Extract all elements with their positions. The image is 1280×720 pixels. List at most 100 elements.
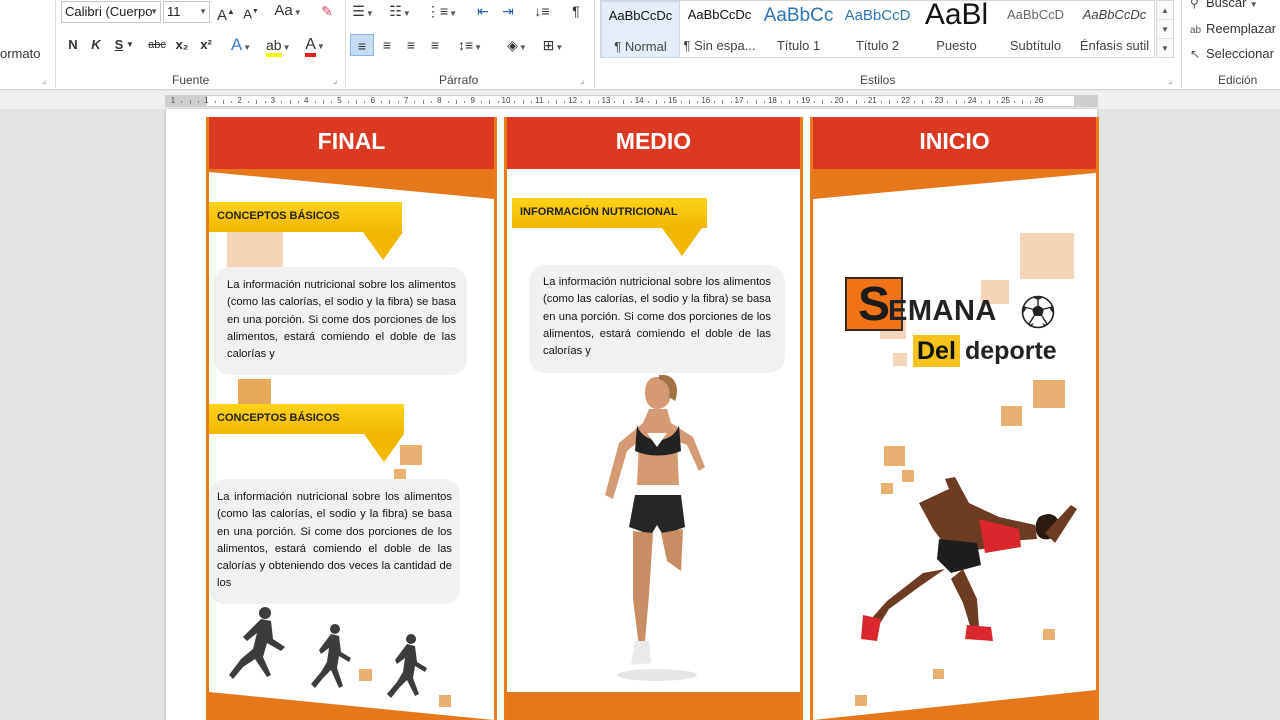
- ruler-tick: [880, 101, 882, 103]
- style-name: Subtítulo: [1009, 38, 1062, 53]
- styles-scroll[interactable]: ▲ ▼ ▼: [1156, 0, 1174, 58]
- ruler-tick: [456, 100, 458, 104]
- font-color-icon[interactable]: A▼: [304, 34, 326, 57]
- highlight-color-icon[interactable]: ab▼: [266, 34, 291, 57]
- numbering-icon[interactable]: ☷▼: [389, 0, 411, 22]
- divider: [1181, 0, 1182, 88]
- align-center-icon[interactable]: ≡: [376, 34, 398, 56]
- ruler-number: 3: [270, 96, 276, 105]
- line-spacing-icon[interactable]: ↕≡▼: [458, 34, 482, 56]
- find-label: Buscar: [1206, 0, 1247, 10]
- ruler-tick: [664, 101, 666, 103]
- runner-woman-image: [605, 375, 705, 681]
- ruler-tick: [855, 100, 857, 104]
- style-title[interactable]: AaBl Puesto: [917, 0, 996, 58]
- ruler-tick: [314, 101, 316, 103]
- ruler-tick: [589, 100, 591, 104]
- font-size-combo[interactable]: 11 ▼: [163, 1, 210, 23]
- style-subtle-emphasis[interactable]: AaBbCcDc Énfasis sutil: [1075, 1, 1154, 58]
- decrease-indent-icon[interactable]: ⇤: [472, 0, 494, 22]
- ruler-number: 11: [535, 96, 544, 105]
- ruler-number: 24: [967, 96, 977, 105]
- info-bubble: La información nutricional sobre los ali…: [209, 479, 460, 604]
- ruler-right-margin: [1074, 96, 1098, 106]
- decorative-square: [855, 695, 867, 706]
- font-group-label: Fuente: [172, 73, 210, 87]
- borders-icon[interactable]: ⊞▼: [542, 34, 564, 56]
- style-normal[interactable]: AaBbCcDc ¶ Normal: [601, 1, 680, 58]
- paragraph-group-label: Párrafo: [439, 73, 479, 87]
- style-subtitle[interactable]: AaBbCcD Subtítulo: [996, 1, 1075, 58]
- shading-icon[interactable]: ◈▼: [506, 34, 528, 56]
- style-name: Título 1: [776, 38, 821, 53]
- ruler-tick: [714, 101, 716, 103]
- bullets-icon[interactable]: ☰▼: [352, 0, 374, 22]
- text-effects-icon[interactable]: A▼: [230, 34, 252, 56]
- bold-button[interactable]: N: [62, 34, 84, 56]
- style-sample: AaBbCcDc: [1082, 7, 1147, 22]
- ruler-number: 17: [734, 96, 744, 105]
- runner-silhouette-image: [229, 607, 285, 679]
- shrink-font-icon[interactable]: A▼: [240, 1, 262, 23]
- select-label: Seleccionar: [1206, 46, 1274, 61]
- subscript-button[interactable]: x₂: [171, 34, 193, 56]
- style-heading-2[interactable]: AaBbCcD Título 2: [838, 1, 917, 58]
- show-marks-icon[interactable]: ¶: [565, 0, 587, 22]
- panel-title: FINAL: [209, 117, 494, 169]
- superscript-button[interactable]: x²: [195, 34, 217, 56]
- ruler-tick: [814, 101, 816, 103]
- style-name: Énfasis sutil: [1079, 38, 1150, 53]
- ruler-tick: [597, 101, 599, 103]
- chevron-up-icon[interactable]: ▲: [1157, 1, 1173, 20]
- align-right-icon[interactable]: ≡: [400, 34, 422, 56]
- ribbon: ormato ⌟ Calibri (Cuerpo ▼ 11 ▼ A▲ A▼ Aa…: [0, 0, 1280, 90]
- change-case-button[interactable]: Aa▼: [271, 0, 305, 22]
- ruler-tick: [464, 101, 466, 103]
- style-sample: AaBbCcDc: [608, 8, 673, 23]
- increase-indent-icon[interactable]: ⇥: [497, 0, 519, 22]
- ruler-tick: [980, 101, 982, 103]
- section-tag-label: CONCEPTOS BÁSICOS: [217, 210, 340, 222]
- ruler-tick: [755, 100, 757, 104]
- paragraph-launcher-icon[interactable]: ⌟: [580, 76, 588, 85]
- ruler-tick: [797, 101, 799, 103]
- font-launcher-icon[interactable]: ⌟: [333, 76, 341, 85]
- strikethrough-button[interactable]: abc: [146, 34, 168, 56]
- decorative-square: [227, 232, 283, 269]
- align-left-icon[interactable]: ≡: [350, 34, 374, 56]
- format-painter-button[interactable]: ormato: [0, 46, 40, 61]
- multilevel-list-icon[interactable]: ⋮≡▼: [426, 0, 457, 22]
- clear-format-icon[interactable]: ✎: [316, 0, 338, 22]
- change-case-label: Aa: [274, 2, 293, 19]
- select-button[interactable]: ↖ Seleccionar: [1190, 46, 1274, 61]
- font-name-combo[interactable]: Calibri (Cuerpo ▼: [61, 1, 161, 23]
- panel-title: MEDIO: [507, 117, 800, 169]
- style-heading-1[interactable]: AaBbCc Título 1: [759, 1, 838, 58]
- style-no-spacing[interactable]: AaBbCcDc ¶ Sin espa...: [680, 1, 759, 58]
- justify-icon[interactable]: ≡: [424, 34, 446, 56]
- find-button[interactable]: ⚲ Buscar ▼: [1190, 0, 1258, 10]
- grow-font-icon[interactable]: A▲: [215, 1, 237, 24]
- more-styles-icon[interactable]: ▼: [1157, 39, 1173, 58]
- italic-button[interactable]: K: [85, 34, 107, 56]
- divider: [55, 0, 56, 88]
- ruler-tick: [680, 101, 682, 103]
- section-tag-label: CONCEPTOS BÁSICOS: [217, 412, 340, 424]
- underline-dropdown-icon[interactable]: ▼: [125, 34, 135, 56]
- styles-launcher-icon[interactable]: ⌟: [1168, 76, 1176, 85]
- ruler-tick: [863, 101, 865, 103]
- clipboard-launcher-icon[interactable]: ⌟: [42, 76, 50, 85]
- replace-button[interactable]: ab Reemplazar: [1190, 21, 1276, 36]
- section-tag: CONCEPTOS BÁSICOS: [209, 404, 404, 462]
- ruler-tick: [497, 101, 499, 103]
- horizontal-ruler[interactable]: 1 1 2 3 4 5 6 7 8 9 10 11 12 13 14 15 16 17 18 19 20 21 22 23 24…: [165, 95, 1098, 107]
- ruler-number: 22: [901, 96, 911, 105]
- ruler-tick: [331, 101, 333, 103]
- replace-label: Reemplazar: [1206, 21, 1277, 36]
- chevron-down-icon[interactable]: ▼: [1157, 20, 1173, 39]
- soccer-ball-icon: [1021, 295, 1055, 329]
- style-name: Puesto: [936, 38, 977, 53]
- ruler-number: 2: [237, 96, 242, 105]
- ruler-tick: [913, 101, 915, 103]
- sort-icon[interactable]: ↓≡: [531, 0, 553, 22]
